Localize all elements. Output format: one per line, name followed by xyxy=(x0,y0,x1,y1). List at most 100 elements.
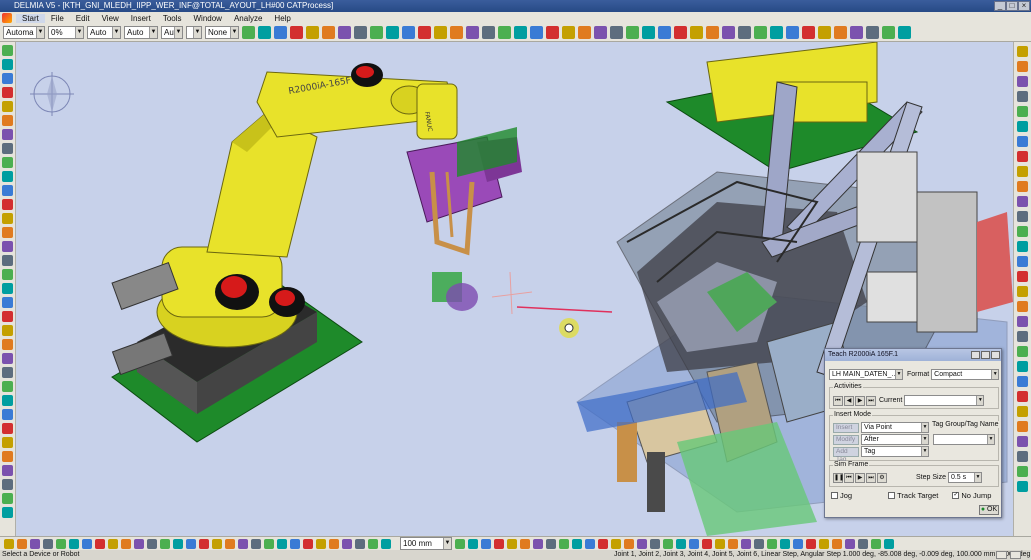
right-tool-9-icon[interactable] xyxy=(1017,166,1028,177)
right-tool-25-icon[interactable] xyxy=(1017,406,1028,417)
bottom-tool-b-33-icon[interactable] xyxy=(871,538,881,549)
right-tool-17-icon[interactable] xyxy=(1017,286,1028,297)
bottom-tool-5-icon[interactable] xyxy=(56,538,66,549)
bottom-tool-25-icon[interactable] xyxy=(316,538,326,549)
right-tool-18-icon[interactable] xyxy=(1017,301,1028,312)
toolbar-tool-14-icon[interactable] xyxy=(450,26,463,39)
auto-combo-1[interactable]: Auto ▼ xyxy=(87,26,121,39)
menu-start[interactable]: Start xyxy=(16,13,45,23)
toolbar-tool-40-icon[interactable] xyxy=(866,26,879,39)
insert-button[interactable]: Insert xyxy=(833,422,859,433)
toolbar-tool-17-icon[interactable] xyxy=(498,26,511,39)
bottom-tool-30-icon[interactable] xyxy=(381,538,391,549)
right-tool-13-icon[interactable] xyxy=(1017,226,1028,237)
teach-dialog-titlebar[interactable]: Teach R2000iA 165F.1 xyxy=(825,349,1001,361)
toolbar-tool-32-icon[interactable] xyxy=(738,26,751,39)
go-next-button[interactable]: ▶ xyxy=(855,395,865,406)
status-ok-button[interactable] xyxy=(1010,551,1021,559)
right-tool-8-icon[interactable] xyxy=(1017,151,1028,162)
right-tool-21-icon[interactable] xyxy=(1017,346,1028,357)
left-tool-34-icon[interactable] xyxy=(2,507,13,518)
right-tool-11-icon[interactable] xyxy=(1017,196,1028,207)
bottom-tool-19-icon[interactable] xyxy=(238,538,248,549)
bottom-tool-b-22-icon[interactable] xyxy=(728,538,738,549)
bottom-tool-20-icon[interactable] xyxy=(251,538,261,549)
left-tool-32-icon[interactable] xyxy=(2,479,13,490)
bottom-tool-b-15-icon[interactable] xyxy=(637,538,647,549)
toolbar-tool-36-icon[interactable] xyxy=(802,26,815,39)
left-tool-25-icon[interactable] xyxy=(2,381,13,392)
left-tool-26-icon[interactable] xyxy=(2,395,13,406)
bottom-tool-b-17-icon[interactable] xyxy=(663,538,673,549)
right-tool-26-icon[interactable] xyxy=(1017,421,1028,432)
controller-select[interactable]: LH MAIN_DATEN_... ▼ xyxy=(829,369,903,380)
bottom-tool-29-icon[interactable] xyxy=(368,538,378,549)
bottom-tool-b-10-icon[interactable] xyxy=(572,538,582,549)
bottom-tool-22-icon[interactable] xyxy=(277,538,287,549)
dialog-maximize-button[interactable] xyxy=(981,351,990,359)
toolbar-tool-28-icon[interactable] xyxy=(674,26,687,39)
bottom-tool-b-6-icon[interactable] xyxy=(520,538,530,549)
bottom-tool-15-icon[interactable] xyxy=(186,538,196,549)
menu-window[interactable]: Window xyxy=(188,14,228,23)
tag-group-select[interactable]: ▼ xyxy=(933,434,995,445)
bottom-tool-3-icon[interactable] xyxy=(30,538,40,549)
bottom-tool-b-30-icon[interactable] xyxy=(832,538,842,549)
bottom-tool-7-icon[interactable] xyxy=(82,538,92,549)
left-tool-19-icon[interactable] xyxy=(2,297,13,308)
maximize-button[interactable]: □ xyxy=(1006,1,1018,11)
toolbar-tool-11-icon[interactable] xyxy=(402,26,415,39)
right-tool-30-icon[interactable] xyxy=(1017,481,1028,492)
right-tool-5-icon[interactable] xyxy=(1017,106,1028,117)
bottom-tool-18-icon[interactable] xyxy=(225,538,235,549)
left-tool-6-icon[interactable] xyxy=(2,115,13,126)
current-select[interactable]: ▼ xyxy=(904,395,985,406)
left-tool-4-icon[interactable] xyxy=(2,87,13,98)
menu-help[interactable]: Help xyxy=(268,14,296,23)
bottom-tool-11-icon[interactable] xyxy=(134,538,144,549)
toolbar-tool-33-icon[interactable] xyxy=(754,26,767,39)
toolbar-tool-24-icon[interactable] xyxy=(610,26,623,39)
toolbar-tool-1-icon[interactable] xyxy=(242,26,255,39)
right-tool-6-icon[interactable] xyxy=(1017,121,1028,132)
menu-view[interactable]: View xyxy=(96,14,125,23)
right-tool-27-icon[interactable] xyxy=(1017,436,1028,447)
left-tool-16-icon[interactable] xyxy=(2,255,13,266)
toolbar-tool-20-icon[interactable] xyxy=(546,26,559,39)
toolbar-tool-19-icon[interactable] xyxy=(530,26,543,39)
left-tool-12-icon[interactable] xyxy=(2,199,13,210)
left-tool-9-icon[interactable] xyxy=(2,157,13,168)
right-tool-4-icon[interactable] xyxy=(1017,91,1028,102)
bottom-tool-4-icon[interactable] xyxy=(43,538,53,549)
left-tool-8-icon[interactable] xyxy=(2,143,13,154)
right-tool-22-icon[interactable] xyxy=(1017,361,1028,372)
toolbar-tool-15-icon[interactable] xyxy=(466,26,479,39)
left-tool-28-icon[interactable] xyxy=(2,423,13,434)
bottom-tool-28-icon[interactable] xyxy=(355,538,365,549)
bottom-tool-17-icon[interactable] xyxy=(212,538,222,549)
bottom-tool-b-19-icon[interactable] xyxy=(689,538,699,549)
toolbar-tool-6-icon[interactable] xyxy=(322,26,335,39)
bottom-tool-2-icon[interactable] xyxy=(17,538,27,549)
bottom-tool-8-icon[interactable] xyxy=(95,538,105,549)
go-last-button[interactable]: ⏭ xyxy=(866,395,876,406)
toolbar-tool-30-icon[interactable] xyxy=(706,26,719,39)
bottom-tool-16-icon[interactable] xyxy=(199,538,209,549)
compass-icon[interactable] xyxy=(30,72,74,116)
bottom-tool-6-icon[interactable] xyxy=(69,538,79,549)
left-tool-31-icon[interactable] xyxy=(2,465,13,476)
bottom-tool-b-5-icon[interactable] xyxy=(507,538,517,549)
left-tool-29-icon[interactable] xyxy=(2,437,13,448)
left-tool-1-icon[interactable] xyxy=(2,45,13,56)
right-tool-1-icon[interactable] xyxy=(1017,46,1028,57)
mode-combo[interactable]: Automa ▼ xyxy=(3,26,45,39)
bottom-tool-b-29-icon[interactable] xyxy=(819,538,829,549)
toolbar-tool-9-icon[interactable] xyxy=(370,26,383,39)
play-button[interactable]: ▶ xyxy=(855,472,865,483)
none-combo[interactable]: None ▼ xyxy=(205,26,239,39)
bottom-tool-12-icon[interactable] xyxy=(147,538,157,549)
menu-insert[interactable]: Insert xyxy=(125,14,157,23)
bottom-tool-23-icon[interactable] xyxy=(290,538,300,549)
menu-file[interactable]: File xyxy=(45,14,70,23)
left-tool-10-icon[interactable] xyxy=(2,171,13,182)
